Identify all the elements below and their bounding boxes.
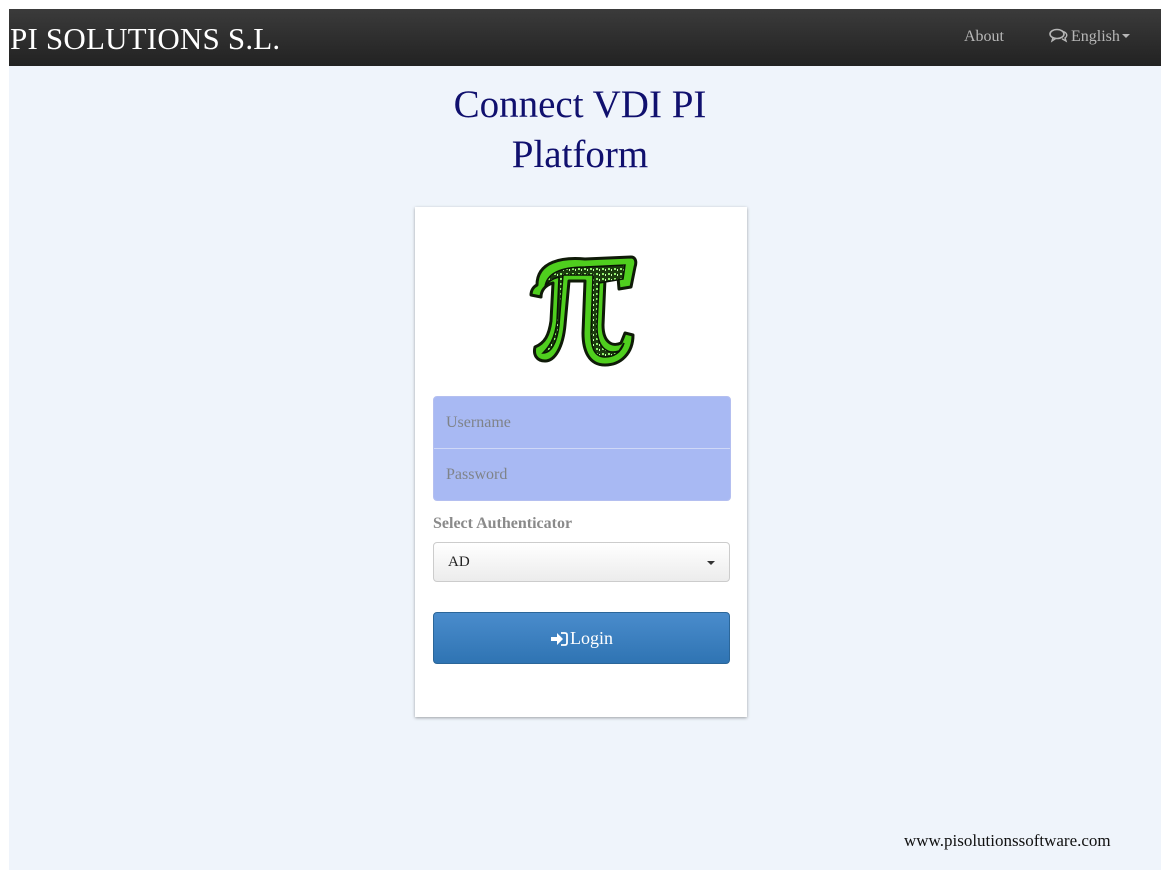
authenticator-select[interactable]: AD — [433, 542, 730, 582]
username-field[interactable] — [434, 397, 730, 448]
nav-about-link[interactable]: About — [964, 27, 1004, 47]
page-title: Connect VDI PI Platform — [380, 80, 780, 180]
password-field[interactable] — [434, 449, 730, 500]
language-label: English — [1071, 28, 1120, 45]
login-button[interactable]: Login — [433, 612, 730, 664]
sign-in-icon — [551, 632, 568, 646]
top-navbar: PI SOLUTIONS S.L. About English — [9, 9, 1161, 66]
chevron-down-icon — [1121, 34, 1130, 38]
navbar-brand[interactable]: PI SOLUTIONS S.L. — [10, 22, 280, 56]
page-title-line-2: Platform — [511, 133, 649, 176]
footer-website: www.pisolutionssoftware.com — [904, 831, 1111, 850]
authenticator-selected-value: AD — [448, 554, 470, 570]
login-button-label: Login — [570, 628, 613, 648]
login-card: Select Authenticator AD Login — [415, 207, 747, 717]
authenticator-label: Select Authenticator — [433, 515, 573, 532]
comment-bubbles-icon — [1049, 28, 1068, 43]
page-title-line-1: Connect VDI PI — [453, 83, 707, 126]
language-dropdown[interactable]: English — [1049, 27, 1130, 47]
credentials-input-group — [433, 396, 731, 501]
pi-symbol-logo — [529, 255, 638, 367]
page-frame: PI SOLUTIONS S.L. About English Connect … — [9, 9, 1161, 870]
chevron-down-icon — [707, 561, 715, 565]
